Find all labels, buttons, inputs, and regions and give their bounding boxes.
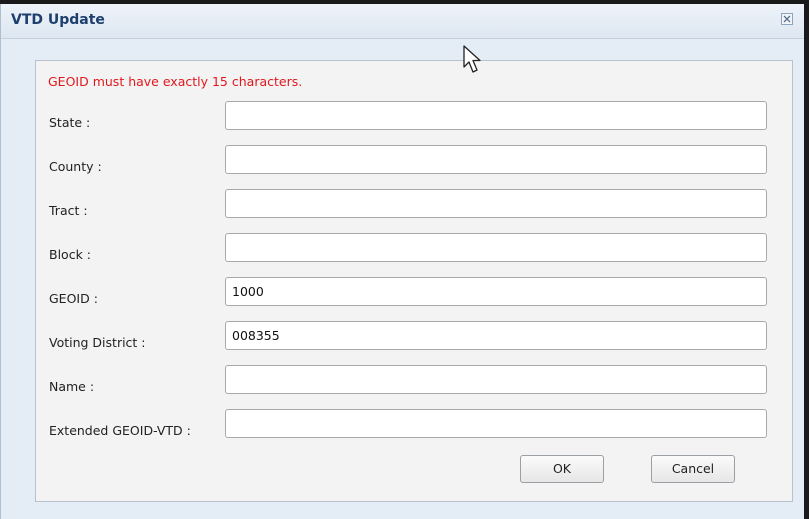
cancel-button[interactable]: Cancel [651,455,735,483]
block-label: Block : [49,247,91,262]
close-icon[interactable] [781,13,793,25]
dialog-titlebar[interactable]: VTD Update [1,4,804,39]
screen: VTD Update GEOID must have exactly 15 ch… [0,0,809,519]
state-label: State : [49,115,91,130]
county-input[interactable] [225,145,767,174]
form-panel: GEOID must have exactly 15 characters. S… [35,60,793,502]
dialog-title: VTD Update [11,12,105,28]
voting-district-label: Voting District : [49,335,146,350]
error-message: GEOID must have exactly 15 characters. [48,74,303,89]
extended-geoid-vtd-input[interactable] [225,409,767,438]
tract-input[interactable] [225,189,767,218]
mouse-pointer-icon [463,45,485,79]
extended-geoid-vtd-label: Extended GEOID-VTD : [49,423,191,438]
right-border [804,0,809,519]
voting-district-input[interactable] [225,321,767,350]
ok-button[interactable]: OK [520,455,604,483]
state-input[interactable] [225,101,767,130]
vtd-update-dialog: VTD Update GEOID must have exactly 15 ch… [0,4,804,519]
tract-label: Tract : [49,203,88,218]
block-input[interactable] [225,233,767,262]
geoid-label: GEOID : [49,291,98,306]
county-label: County : [49,159,102,174]
name-label: Name : [49,379,95,394]
geoid-input[interactable] [225,277,767,306]
name-input[interactable] [225,365,767,394]
